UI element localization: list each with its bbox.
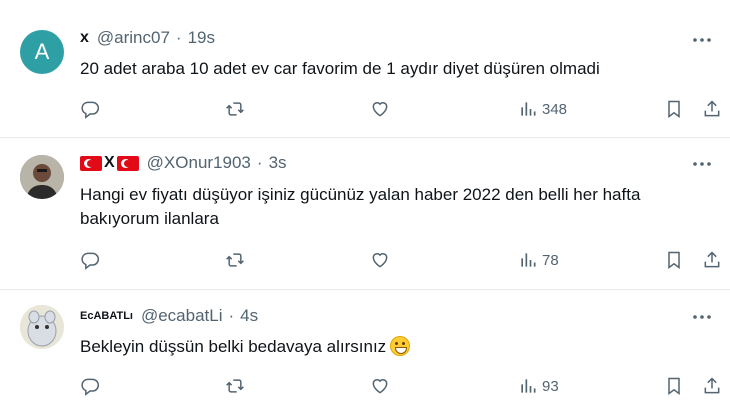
tweet[interactable]: A x @arinc07 · 19s 20 adet araba 10 adet… — [0, 0, 730, 138]
more-icon[interactable] — [690, 28, 714, 52]
views-button[interactable]: 93 — [518, 374, 559, 398]
avatar[interactable] — [20, 305, 64, 349]
share-button[interactable] — [702, 97, 722, 121]
timestamp[interactable]: 19s — [188, 28, 215, 48]
bookmark-button[interactable] — [664, 97, 684, 121]
views-count: 348 — [542, 100, 568, 118]
tweet-header: EcABATLı @ecabatLi · 4s — [80, 306, 258, 326]
display-name[interactable]: EcABATLı — [80, 310, 133, 322]
retweet-button[interactable] — [225, 374, 245, 398]
reply-icon — [81, 378, 100, 396]
separator: · — [256, 153, 263, 172]
tweet-text-line: bakıyorum ilanlara — [80, 209, 219, 228]
more-icon[interactable] — [690, 305, 714, 329]
bookmark-button[interactable] — [664, 248, 684, 272]
like-button[interactable] — [370, 97, 390, 121]
like-button[interactable] — [370, 248, 390, 272]
retweet-button[interactable] — [225, 248, 245, 272]
heart-icon — [372, 253, 388, 268]
action-bar: 78 — [0, 248, 730, 272]
like-button[interactable] — [370, 374, 390, 398]
more-icon[interactable] — [690, 152, 714, 176]
share-icon — [704, 100, 720, 117]
avatar[interactable]: A — [20, 30, 64, 74]
bookmark-icon — [668, 251, 680, 269]
display-name[interactable]: X — [104, 154, 115, 172]
tweet-header: x @arinc07 · 19s — [80, 28, 215, 48]
tweet-text-body: Bekleyin düşsün belki bedavaya alırsınız — [80, 337, 387, 356]
user-handle[interactable]: @arinc07 — [97, 28, 170, 48]
share-icon — [704, 251, 720, 268]
views-count: 78 — [542, 251, 559, 269]
user-handle[interactable]: @XOnur1903 — [147, 153, 251, 173]
retweet-icon — [226, 102, 244, 116]
tweet-text: 20 adet araba 10 adet ev car favorim de … — [80, 59, 600, 78]
share-button[interactable] — [702, 248, 722, 272]
views-count: 93 — [542, 377, 559, 395]
turkey-flag-icon — [116, 155, 139, 171]
avatar-photo — [20, 155, 64, 199]
turkey-flag-icon — [80, 155, 102, 171]
timestamp[interactable]: 4s — [240, 306, 258, 326]
tweet-header: X @XOnur1903 · 3s — [80, 153, 287, 173]
tweet-text: Hangi ev fiyatı düşüyor işiniz gücünüz y… — [80, 183, 710, 231]
tweet[interactable]: EcABATLı @ecabatLi · 4s Bekleyin düşsün … — [0, 290, 730, 420]
heart-icon — [372, 102, 388, 117]
reply-button[interactable] — [80, 374, 100, 398]
retweet-icon — [226, 253, 244, 267]
retweet-button[interactable] — [225, 97, 245, 121]
reply-icon — [81, 101, 100, 119]
views-icon — [521, 253, 536, 267]
timestamp[interactable]: 3s — [269, 153, 287, 173]
action-bar: 93 — [0, 374, 730, 398]
share-button[interactable] — [702, 374, 722, 398]
tweet-text: Bekleyin düşsün belki bedavaya alırsınız — [80, 335, 710, 359]
views-icon — [521, 379, 536, 393]
bookmark-icon — [668, 377, 680, 395]
separator: · — [175, 28, 182, 47]
retweet-icon — [226, 379, 244, 393]
avatar[interactable] — [20, 155, 64, 199]
avatar-photo — [20, 305, 64, 349]
tweet[interactable]: X @XOnur1903 · 3s Hangi ev fiyatı düşüyo… — [0, 138, 730, 290]
views-button[interactable]: 78 — [518, 248, 559, 272]
user-handle[interactable]: @ecabatLi — [141, 306, 223, 326]
views-icon — [521, 102, 536, 116]
reply-button[interactable] — [80, 248, 100, 272]
bookmark-icon — [668, 100, 680, 118]
separator: · — [228, 306, 235, 325]
grinning-face-icon — [390, 336, 411, 356]
heart-icon — [372, 379, 388, 394]
reply-button[interactable] — [80, 97, 100, 121]
bookmark-button[interactable] — [664, 374, 684, 398]
action-bar: 348 — [0, 97, 730, 121]
reply-icon — [81, 252, 100, 270]
share-icon — [704, 377, 720, 394]
display-name[interactable]: x — [80, 29, 89, 47]
tweet-text-line: Hangi ev fiyatı düşüyor işiniz gücünüz y… — [80, 185, 641, 204]
views-button[interactable]: 348 — [518, 97, 567, 121]
